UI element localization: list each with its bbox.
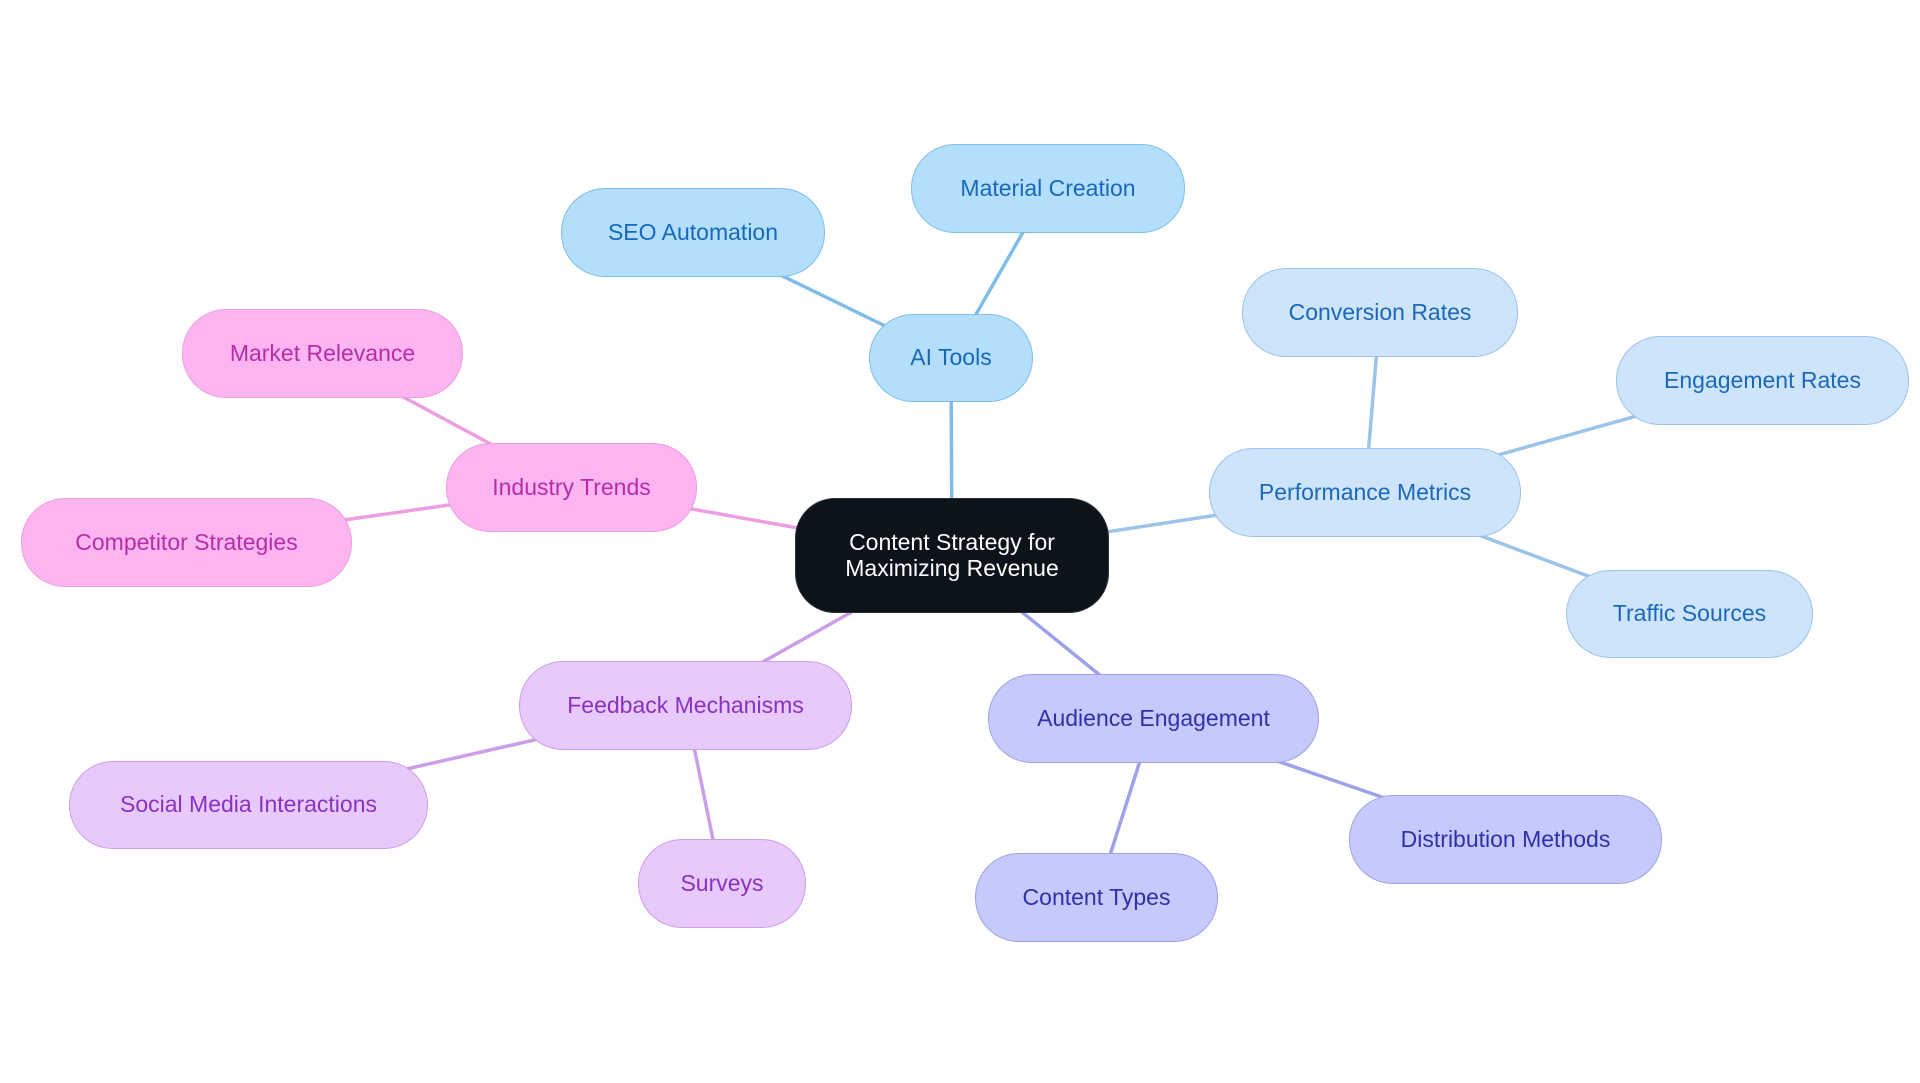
node-label: Surveys (680, 869, 764, 896)
root-node[interactable]: Content Strategy for Maximizing Revenue … (795, 498, 1109, 613)
leaf-node-content-types[interactable]: Content Types (975, 853, 1218, 942)
node-label: Content Types (1022, 883, 1171, 910)
root-label-lines: Content Strategy for Maximizing Revenue (845, 530, 1058, 581)
leaf-node-seo-automation[interactable]: SEO Automation (561, 188, 825, 277)
branch-node-feedback-mechanisms[interactable]: Feedback Mechanisms (519, 661, 852, 750)
leaf-node-market-relevance[interactable]: Market Relevance (182, 309, 463, 398)
node-label: Material Creation (960, 174, 1136, 201)
node-label: Industry Trends (492, 473, 651, 500)
leaf-node-surveys[interactable]: Surveys (638, 839, 806, 928)
branch-node-audience-engagement[interactable]: Audience Engagement (988, 674, 1319, 763)
leaf-node-social-media-interactions[interactable]: Social Media Interactions (69, 761, 428, 849)
node-label: Market Relevance (229, 339, 416, 366)
mindmap-diagram: Content Strategy for Maximizing Revenue … (0, 0, 1920, 1083)
node-label: Conversion Rates (1288, 298, 1472, 325)
leaf-node-competitor-strategies[interactable]: Competitor Strategies (21, 498, 352, 587)
node-label: SEO Automation (607, 218, 779, 245)
branch-node-ai-tools[interactable]: AI Tools (869, 314, 1033, 402)
leaf-node-distribution-methods[interactable]: Distribution Methods (1349, 795, 1662, 884)
node-label: Performance Metrics (1258, 478, 1472, 505)
node-label: Traffic Sources (1612, 600, 1767, 627)
leaf-node-material-creation[interactable]: Material Creation (911, 144, 1185, 233)
branch-node-industry-trends[interactable]: Industry Trends (446, 443, 697, 532)
root-label-line-2: Maximizing Revenue (845, 554, 1059, 581)
node-label: Social Media Interactions (120, 791, 377, 818)
node-label: Engagement Rates (1664, 366, 1861, 393)
leaf-node-traffic-sources[interactable]: Traffic Sources (1566, 570, 1813, 658)
leaf-node-engagement-rates[interactable]: Engagement Rates (1616, 336, 1909, 425)
node-label: Feedback Mechanisms (567, 691, 804, 718)
leaf-node-conversion-rates[interactable]: Conversion Rates (1242, 268, 1518, 357)
root-label-line-1: Content Strategy for (849, 529, 1055, 556)
node-label: Distribution Methods (1400, 825, 1611, 852)
branch-node-performance-metrics[interactable]: Performance Metrics (1209, 448, 1521, 537)
node-label: Competitor Strategies (75, 528, 298, 555)
node-label: Audience Engagement (1037, 704, 1270, 731)
node-label: AI Tools (910, 344, 992, 371)
